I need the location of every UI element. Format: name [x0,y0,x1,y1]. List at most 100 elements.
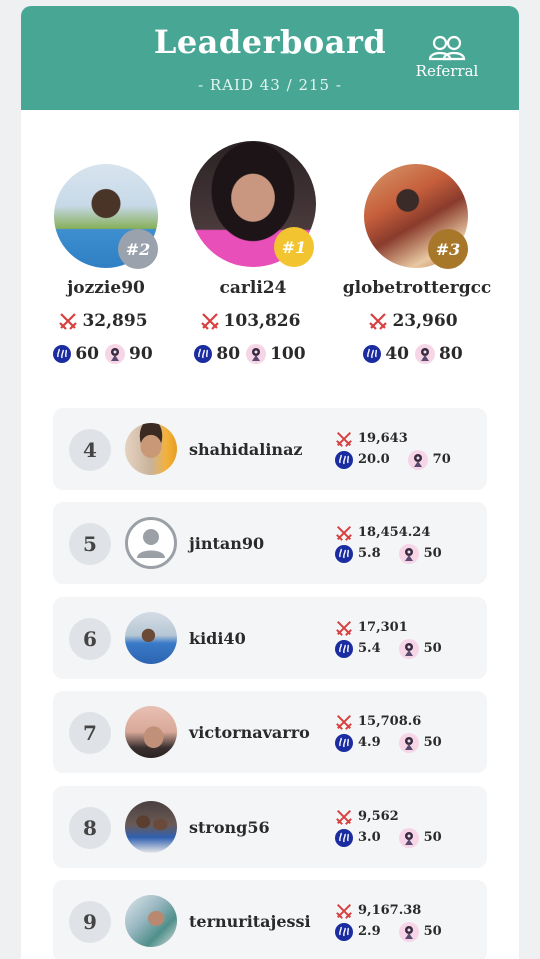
steem-icon [363,345,382,363]
avatar [125,801,177,853]
table-row[interactable]: 7 victornavarro 15,708.6 4.9 50 [53,691,487,773]
leaderboard-card: Leaderboard - RAID 43 / 215 - Referral #… [21,6,519,959]
steem-value: 2.9 [358,924,381,939]
avatar: #1 [190,141,316,267]
crossed-swords-icon [336,903,352,919]
podium-name: carli24 [219,278,287,298]
rank-badge: #3 [428,229,468,269]
character-icon [398,732,419,753]
damage-value: 9,562 [358,809,399,824]
table-row[interactable]: 4 shahidalinaz 19,643 20.0 70 [53,408,487,490]
table-row[interactable]: 8 strong56 9,562 3.0 50 [53,786,487,868]
rank-badge: #2 [118,229,158,269]
avatar [125,423,177,475]
character-icon [246,344,267,364]
username: jintan90 [189,534,265,553]
row-stats: 9,562 3.0 50 [335,806,485,848]
rewards-line: 60 90 [39,344,173,364]
character-icon [398,543,419,564]
character-icon [105,344,125,364]
damage-line: 23,960 [349,311,483,331]
crossed-swords-icon [369,313,388,330]
damage-value: 103,826 [223,311,301,331]
units-value: 50 [423,546,442,561]
rank-number: 7 [69,712,111,754]
row-stats: 19,643 20.0 70 [335,428,485,470]
units-value: 50 [423,641,442,656]
units-value: 90 [129,344,153,364]
rewards-line: 80 100 [181,344,325,364]
character-icon [398,827,419,848]
steem-icon [335,922,353,941]
avatar [125,895,177,947]
steem-value: 5.8 [358,546,381,561]
steem-icon [335,544,353,563]
leaderboard-header: Leaderboard - RAID 43 / 215 - Referral [21,6,519,110]
steem-icon [335,639,353,658]
rewards-line: 40 80 [349,344,483,364]
steem-value: 20.0 [358,452,390,467]
rank-number: 9 [69,901,111,943]
steem-icon [194,345,213,363]
steem-icon [335,733,353,752]
username: kidi40 [189,629,246,648]
avatar-placeholder-icon [125,517,177,569]
damage-value: 32,895 [82,311,148,331]
crossed-swords-icon [336,431,352,447]
crossed-swords-icon [336,714,352,730]
damage-value: 17,301 [358,620,408,635]
username: victornavarro [189,723,310,742]
character-icon [398,638,419,659]
row-stats: 15,708.6 4.9 50 [335,711,485,753]
crossed-swords-icon [336,809,352,825]
steem-icon [335,450,353,469]
podium-name: globetrottergcc [342,278,492,298]
steem-value: 5.4 [358,641,381,656]
units-value: 70 [432,452,451,467]
table-row[interactable]: 6 kidi40 17,301 5.4 50 [53,597,487,679]
rank-number: 4 [69,429,111,471]
crossed-swords-icon [200,313,219,330]
steem-value: 3.0 [358,830,381,845]
username: strong56 [189,818,270,837]
row-stats: 17,301 5.4 50 [335,617,485,659]
damage-value: 9,167.38 [358,903,422,918]
steem-icon [53,345,72,363]
units-value: 80 [439,344,463,364]
crossed-swords-icon [336,620,352,636]
damage-value: 23,960 [392,311,458,331]
steem-icon [335,828,353,847]
avatar [125,612,177,664]
table-row[interactable]: 5 jintan90 18,454.24 5.8 50 [53,502,487,584]
character-icon [415,344,435,364]
crossed-swords-icon [336,525,352,541]
damage-value: 15,708.6 [358,714,422,729]
podium-name: jozzie90 [67,278,145,298]
damage-value: 19,643 [358,431,408,446]
rank-badge: #1 [274,227,314,267]
steem-value: 60 [75,344,99,364]
avatar: #2 [54,164,158,269]
character-icon [407,449,428,470]
avatar [125,706,177,758]
steem-value: 4.9 [358,735,381,750]
table-row[interactable]: 9 ternuritajessi 9,167.38 2.9 50 [53,880,487,959]
username: shahidalinaz [189,440,303,459]
rank-number: 5 [69,523,111,565]
damage-line: 32,895 [39,311,173,331]
rank-number: 6 [69,618,111,660]
row-stats: 9,167.38 2.9 50 [335,900,485,942]
referral-label: Referral [415,62,479,80]
character-icon [398,921,419,942]
units-value: 50 [423,735,442,750]
username: ternuritajessi [189,912,311,931]
steem-value: 40 [385,344,409,364]
row-stats: 18,454.24 5.8 50 [335,522,485,564]
damage-value: 18,454.24 [358,525,431,540]
damage-line: 103,826 [181,311,325,331]
referral-button[interactable]: Referral [409,34,485,80]
units-value: 100 [270,344,306,364]
units-value: 50 [423,830,442,845]
steem-value: 80 [216,344,241,364]
rank-number: 8 [69,807,111,849]
